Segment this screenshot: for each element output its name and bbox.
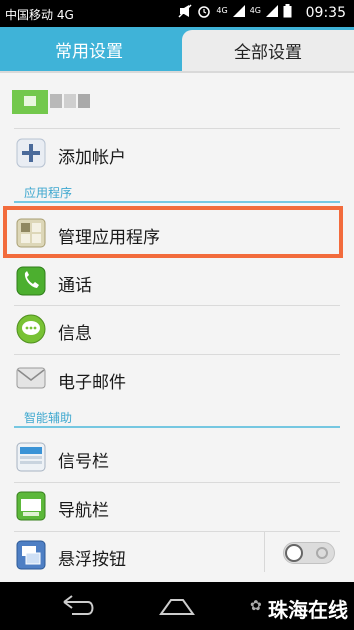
network-indicator-right: 4G [249, 6, 261, 15]
floating-button-icon [16, 540, 46, 570]
watermark: 珠海在线 [268, 598, 348, 622]
silent-icon [178, 4, 192, 18]
notification-bar-item[interactable]: 信号栏 [0, 440, 354, 476]
section-header-smart-assist: 智能辅助 [24, 411, 73, 425]
plus-icon [16, 138, 46, 168]
add-account-item[interactable]: 添加帐户 [0, 136, 354, 172]
paw-icon: ✿ [250, 598, 262, 614]
messages-label: 信息 [58, 324, 92, 344]
email-item[interactable]: 电子邮件 [0, 361, 354, 397]
chat-bubble-icon [16, 314, 46, 344]
alarm-icon [198, 6, 211, 18]
nav-bar-icon [16, 491, 46, 521]
email-label: 电子邮件 [58, 373, 126, 393]
floating-button-label: 悬浮按钮 [58, 550, 126, 570]
carrier-label: 中国移动 4G [5, 8, 74, 22]
battery-icon [283, 4, 292, 18]
nav-bar-item[interactable]: 导航栏 [0, 489, 354, 525]
nav-bar-label: 导航栏 [58, 501, 109, 521]
system-nav-bar: ✿ 珠海在线 [0, 582, 354, 630]
tab-divider [0, 71, 354, 73]
divider [14, 354, 340, 355]
network-indicator-left: 4G [216, 6, 228, 15]
calls-label: 通话 [58, 276, 92, 296]
clock: 09:35 [305, 5, 346, 21]
highlight-box [3, 206, 343, 258]
status-bar-icon [16, 442, 46, 472]
tab-common-settings[interactable]: 常用设置 [0, 27, 178, 71]
phone-icon [16, 266, 46, 296]
settings-tabs: 常用设置 全部设置 [0, 27, 354, 71]
signal-icon [232, 5, 245, 17]
calls-item[interactable]: 通话 [0, 264, 354, 300]
back-icon[interactable] [58, 592, 98, 620]
section-header-apps: 应用程序 [24, 186, 73, 200]
toggle-track [283, 542, 335, 564]
toggle-knob [285, 544, 303, 562]
divider [14, 305, 340, 306]
divider [14, 128, 340, 129]
account-row[interactable] [0, 84, 354, 120]
blurred-account-avatar [12, 90, 90, 114]
notification-bar-label: 信号栏 [58, 452, 109, 472]
envelope-icon [16, 367, 46, 389]
divider [14, 482, 340, 483]
floating-button-toggle[interactable] [264, 532, 341, 572]
toggle-off-indicator [316, 547, 328, 559]
signal-icon-2 [266, 5, 278, 17]
section-divider [14, 426, 340, 428]
messages-item[interactable]: 信息 [0, 312, 354, 348]
add-account-label: 添加帐户 [58, 148, 126, 168]
section-divider [14, 201, 340, 203]
home-icon[interactable] [157, 592, 197, 620]
status-bar: 中国移动 4G 4G 4G 09:35 [0, 0, 354, 27]
tab-all-settings[interactable]: 全部设置 [182, 30, 354, 71]
status-icons: 4G 4G [178, 4, 292, 18]
